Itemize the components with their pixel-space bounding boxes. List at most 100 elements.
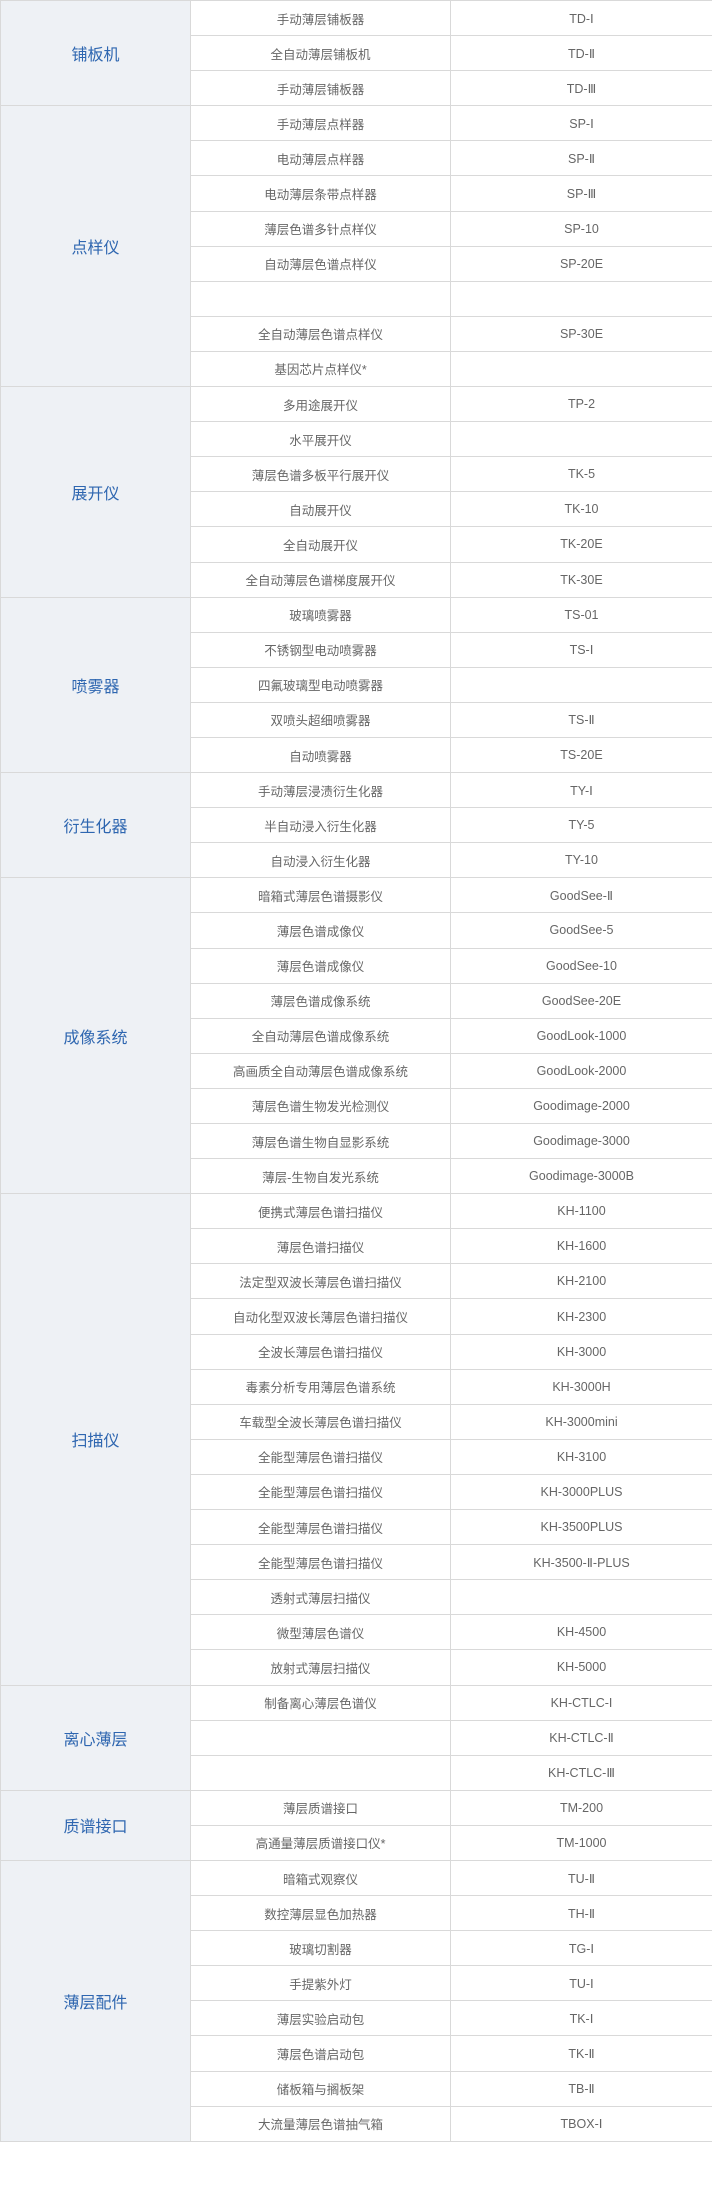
model-number-cell: Goodimage-2000 [450,1087,712,1125]
product-name-cell: 玻璃喷雾器 [190,596,451,633]
product-name-cell: 水平展开仪 [190,421,451,458]
product-name-cell: 全自动薄层色谱成像系统 [190,1017,451,1054]
model-number-cell: Goodimage-3000B [450,1158,712,1195]
product-name-cell: 数控薄层显色加热器 [190,1895,451,1932]
model-number-cell: KH-CTLC-Ⅲ [450,1754,712,1791]
model-number-cell [450,421,712,458]
table-row: 质谱接口 薄层质谱接口 TM-200 [0,1789,712,1861]
model-number-cell: TS-01 [450,596,712,633]
product-name-cell: 全自动薄层色谱梯度展开仪 [190,561,451,598]
model-number-cell: TK-20E [450,526,712,563]
model-number-cell: TBOX-Ⅰ [450,2105,712,2142]
table-row: 扫描仪 便携式薄层色谱扫描仪 KH-1100 [0,1193,712,1686]
model-number-cell: SP-30E [450,315,712,352]
product-name-cell: 法定型双波长薄层色谱扫描仪 [190,1263,451,1300]
model-number-cell: TM-1000 [450,1824,712,1861]
model-number-cell: KH-1600 [450,1228,712,1265]
model-number-cell: TK-30E [450,561,712,598]
product-name-cell: 手动薄层点样器 [190,105,451,142]
product-name-cell: 储板箱与搁板架 [190,2070,451,2107]
table-row: 衍生化器 手动薄层浸渍衍生化器 TY-Ⅰ [0,772,712,879]
model-number-cell: GoodLook-2000 [450,1052,712,1089]
product-catalog-table: 铺板机 手动薄层铺板器 TD-Ⅰ 全自动薄层铺板机 TD-Ⅱ 手动薄层铺板器 TD-Ⅲ 点样仪… [0,0,712,2142]
category-cell: 点样仪 [0,105,191,388]
product-name-cell: 双喷头超细喷雾器 [190,701,451,738]
model-number-cell: SP-20E [450,245,712,282]
category-cell: 铺板机 [0,0,191,107]
product-name-cell: 薄层-生物自发光系统 [190,1158,451,1195]
catalog-body: 铺板机 手动薄层铺板器 TD-Ⅰ 全自动薄层铺板机 TD-Ⅱ 手动薄层铺板器 TD-Ⅲ 点样仪… [0,0,712,2142]
model-number-cell: TD-Ⅲ [450,70,712,107]
product-name-cell: 薄层色谱生物发光检测仪 [190,1087,451,1125]
product-name-cell: 透射式薄层扫描仪 [190,1579,451,1616]
model-number-cell: KH-3000PLUS [450,1473,712,1511]
table-row: 成像系统 暗箱式薄层色谱摄影仪 GoodSee-Ⅱ [0,877,712,1195]
model-number-cell: SP-Ⅱ [450,140,712,177]
model-number-cell: GoodSee-20E [450,982,712,1019]
category-cell: 薄层配件 [0,1859,191,2142]
model-number-cell: TS-Ⅰ [450,631,712,668]
category-cell: 喷雾器 [0,596,191,774]
model-number-cell: Goodimage-3000 [450,1122,712,1160]
product-name-cell: 不锈钢型电动喷雾器 [190,631,451,668]
model-number-cell: TU-Ⅱ [450,1859,712,1897]
model-number-cell: TY-5 [450,807,712,844]
model-number-cell: TU-Ⅰ [450,1965,712,2002]
product-name-cell: 自动浸入衍生化器 [190,842,451,879]
product-name-cell: 多用途展开仪 [190,386,451,423]
model-number-cell: SP-Ⅰ [450,105,712,142]
model-number-cell: TD-Ⅰ [450,0,712,37]
model-number-cell: TH-Ⅱ [450,1895,712,1932]
product-name-cell: 自动化型双波长薄层色谱扫描仪 [190,1298,451,1335]
product-name-cell: 手动薄层铺板器 [190,0,451,37]
model-number-cell: KH-4500 [450,1614,712,1651]
model-number-cell: TY-10 [450,842,712,879]
model-number-cell: TK-5 [450,456,712,493]
model-number-cell: GoodSee-Ⅱ [450,877,712,914]
model-number-cell: KH-3000 [450,1333,712,1370]
product-name-cell: 电动薄层条带点样器 [190,175,451,212]
product-name-cell: 制备离心薄层色谱仪 [190,1684,451,1721]
product-name-cell: 薄层实验启动包 [190,2000,451,2037]
model-number-cell: TB-Ⅱ [450,2070,712,2107]
product-name-cell: 薄层色谱成像仪 [190,912,451,949]
category-cell: 衍生化器 [0,772,191,879]
model-number-cell: KH-3500PLUS [450,1509,712,1546]
model-number-cell: TG-Ⅰ [450,1930,712,1967]
product-name-cell: 四氟玻璃型电动喷雾器 [190,666,451,703]
product-name-cell: 薄层色谱多板平行展开仪 [190,456,451,493]
table-row: 展开仪 多用途展开仪 TP-2 [0,386,712,598]
product-name-cell: 全自动薄层铺板机 [190,35,451,72]
model-number-cell: SP-10 [450,210,712,247]
model-number-cell: TP-2 [450,386,712,423]
model-number-cell: TD-Ⅱ [450,35,712,72]
model-number-cell: GoodSee-5 [450,912,712,949]
product-name-cell: 全能型薄层色谱扫描仪 [190,1544,451,1581]
product-name-cell: 薄层色谱生物自显影系统 [190,1122,451,1160]
model-number-cell [450,666,712,703]
product-name-cell [190,280,451,317]
model-number-cell: KH-3500-Ⅱ-PLUS [450,1544,712,1581]
product-name-cell: 薄层质谱接口 [190,1789,451,1826]
product-name-cell: 暗箱式薄层色谱摄影仪 [190,877,451,914]
product-name-cell: 毒素分析专用薄层色谱系统 [190,1368,451,1405]
product-name-cell: 全能型薄层色谱扫描仪 [190,1438,451,1475]
product-name-cell: 放射式薄层扫描仪 [190,1649,451,1686]
product-name-cell: 高画质全自动薄层色谱成像系统 [190,1052,451,1089]
model-number-cell: TS-Ⅱ [450,701,712,738]
table-row: 离心薄层 制备离心薄层色谱仪 KH-CTLC-I [0,1684,712,1791]
product-name-cell: 手提紫外灯 [190,1965,451,2002]
model-number-cell: KH-1100 [450,1193,712,1230]
model-number-cell: TK-10 [450,491,712,528]
product-name-cell: 薄层色谱成像系统 [190,982,451,1019]
product-name-cell: 全能型薄层色谱扫描仪 [190,1473,451,1511]
model-number-cell [450,1579,712,1616]
table-row: 铺板机 手动薄层铺板器 TD-Ⅰ [0,0,712,107]
product-name-cell: 大流量薄层色谱抽气箱 [190,2105,451,2142]
model-number-cell: GoodLook-1000 [450,1017,712,1054]
model-number-cell: KH-3100 [450,1438,712,1475]
model-number-cell: TK-Ⅰ [450,2000,712,2037]
model-number-cell: KH-2100 [450,1263,712,1300]
model-number-cell [450,350,712,388]
model-number-cell: GoodSee-10 [450,947,712,984]
